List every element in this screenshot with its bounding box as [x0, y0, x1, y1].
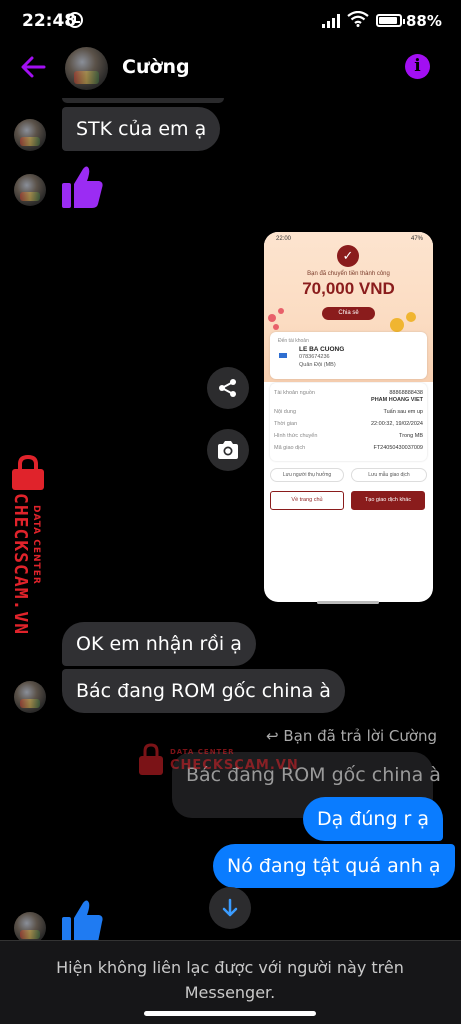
previous-message-edge — [62, 98, 224, 103]
recipient-account: 0783674236 — [299, 354, 330, 360]
thumbs-up-icon[interactable] — [60, 900, 104, 942]
recipient-bank: Quân Đội (MB) — [299, 362, 336, 368]
sender-avatar[interactable] — [14, 119, 46, 151]
share-button[interactable] — [207, 367, 249, 409]
incoming-message[interactable]: OK em nhận rồi ạ — [62, 622, 256, 666]
incoming-message[interactable]: Bác đang ROM gốc china à — [62, 669, 345, 713]
watermark-data-center: DATA CENTER — [170, 748, 235, 756]
scroll-to-bottom-button[interactable] — [209, 887, 251, 929]
outgoing-message[interactable]: Nó đang tật quá anh ạ — [213, 844, 455, 888]
share-icon — [219, 379, 236, 397]
info-icon[interactable]: i — [405, 54, 430, 79]
apricot-decoration-icon — [390, 318, 404, 332]
status-bar: 22:48 88% — [0, 0, 461, 42]
battery-icon — [376, 14, 405, 27]
wifi-icon — [347, 11, 369, 27]
battery-percent: 88% — [406, 12, 442, 30]
outgoing-message[interactable]: Dạ đúng r ạ — [303, 797, 444, 841]
lock-icon — [12, 455, 44, 490]
receipt-home-button: Về trang chủ — [270, 491, 344, 510]
watermark-checkscam: CHECKSCAM.VN — [170, 758, 299, 773]
image-scroll-indicator — [317, 601, 379, 604]
blossom-decoration-icon — [268, 314, 276, 322]
sender-avatar[interactable] — [14, 681, 46, 713]
checkmark-icon: ✓ — [337, 245, 359, 267]
receipt-recipient-card: Đến tài khoản LE BA CUONG 0783674236 Quâ… — [270, 332, 427, 379]
receipt-success-text: Bạn đã chuyển tiền thành công — [307, 271, 390, 277]
receipt-details: Tài khoản nguồn 88868888438 PHAM HOANG VI… — [270, 383, 427, 461]
save-beneficiary-link: Lưu người thụ hưởng — [270, 468, 344, 482]
reply-indicator: ↩ Bạn đã trả lời Cường — [266, 727, 437, 745]
receipt-status-battery: 47% — [410, 236, 423, 242]
incoming-message[interactable]: STK của em ạ — [62, 107, 221, 151]
reply-label: Bạn đã trả lời Cường — [283, 727, 438, 745]
chat-header: Cường i — [0, 42, 461, 96]
receipt-amount: 70,000 VND — [302, 279, 395, 298]
watermark-checkscam: CHECKSCAM.VN — [10, 493, 31, 636]
watermark-data-center: DATA CENTER — [31, 505, 41, 585]
recipient-label: Đến tài khoản — [278, 338, 309, 344]
save-template-link: Lưu mẫu giao dịch — [351, 468, 427, 482]
lock-icon — [139, 743, 163, 775]
unavailable-text: Hiện không liên lạc được với người này t… — [56, 958, 404, 1002]
transfer-receipt-image[interactable]: 22:00 47% ✓ Bạn đã chuyển tiền thành côn… — [264, 232, 433, 602]
receipt-share-button: Chia sẻ — [322, 307, 375, 320]
blossom-decoration-icon — [273, 324, 279, 330]
alarm-icon — [67, 12, 83, 28]
camera-icon — [218, 441, 238, 459]
blossom-decoration-icon — [278, 308, 284, 314]
bank-logo-icon — [279, 353, 287, 358]
receipt-status-time: 22:00 — [276, 236, 292, 242]
contact-name[interactable]: Cường — [122, 56, 190, 78]
camera-button[interactable] — [207, 429, 249, 471]
back-arrow-icon[interactable] — [18, 52, 48, 82]
signal-icon — [322, 14, 342, 28]
checkscam-watermark: DATA CENTER CHECKSCAM.VN — [138, 742, 298, 778]
arrow-down-icon — [222, 898, 238, 917]
contact-avatar[interactable] — [65, 47, 108, 90]
thumbs-up-icon[interactable] — [60, 164, 104, 210]
apricot-decoration-icon — [406, 312, 416, 322]
sender-avatar[interactable] — [14, 174, 46, 206]
recipient-name: LE BA CUONG — [299, 346, 345, 353]
home-indicator — [144, 1011, 316, 1016]
checkscam-watermark: DATA CENTER CHECKSCAM.VN — [4, 455, 56, 655]
receipt-new-transaction-button: Tạo giao dịch khác — [351, 491, 425, 510]
